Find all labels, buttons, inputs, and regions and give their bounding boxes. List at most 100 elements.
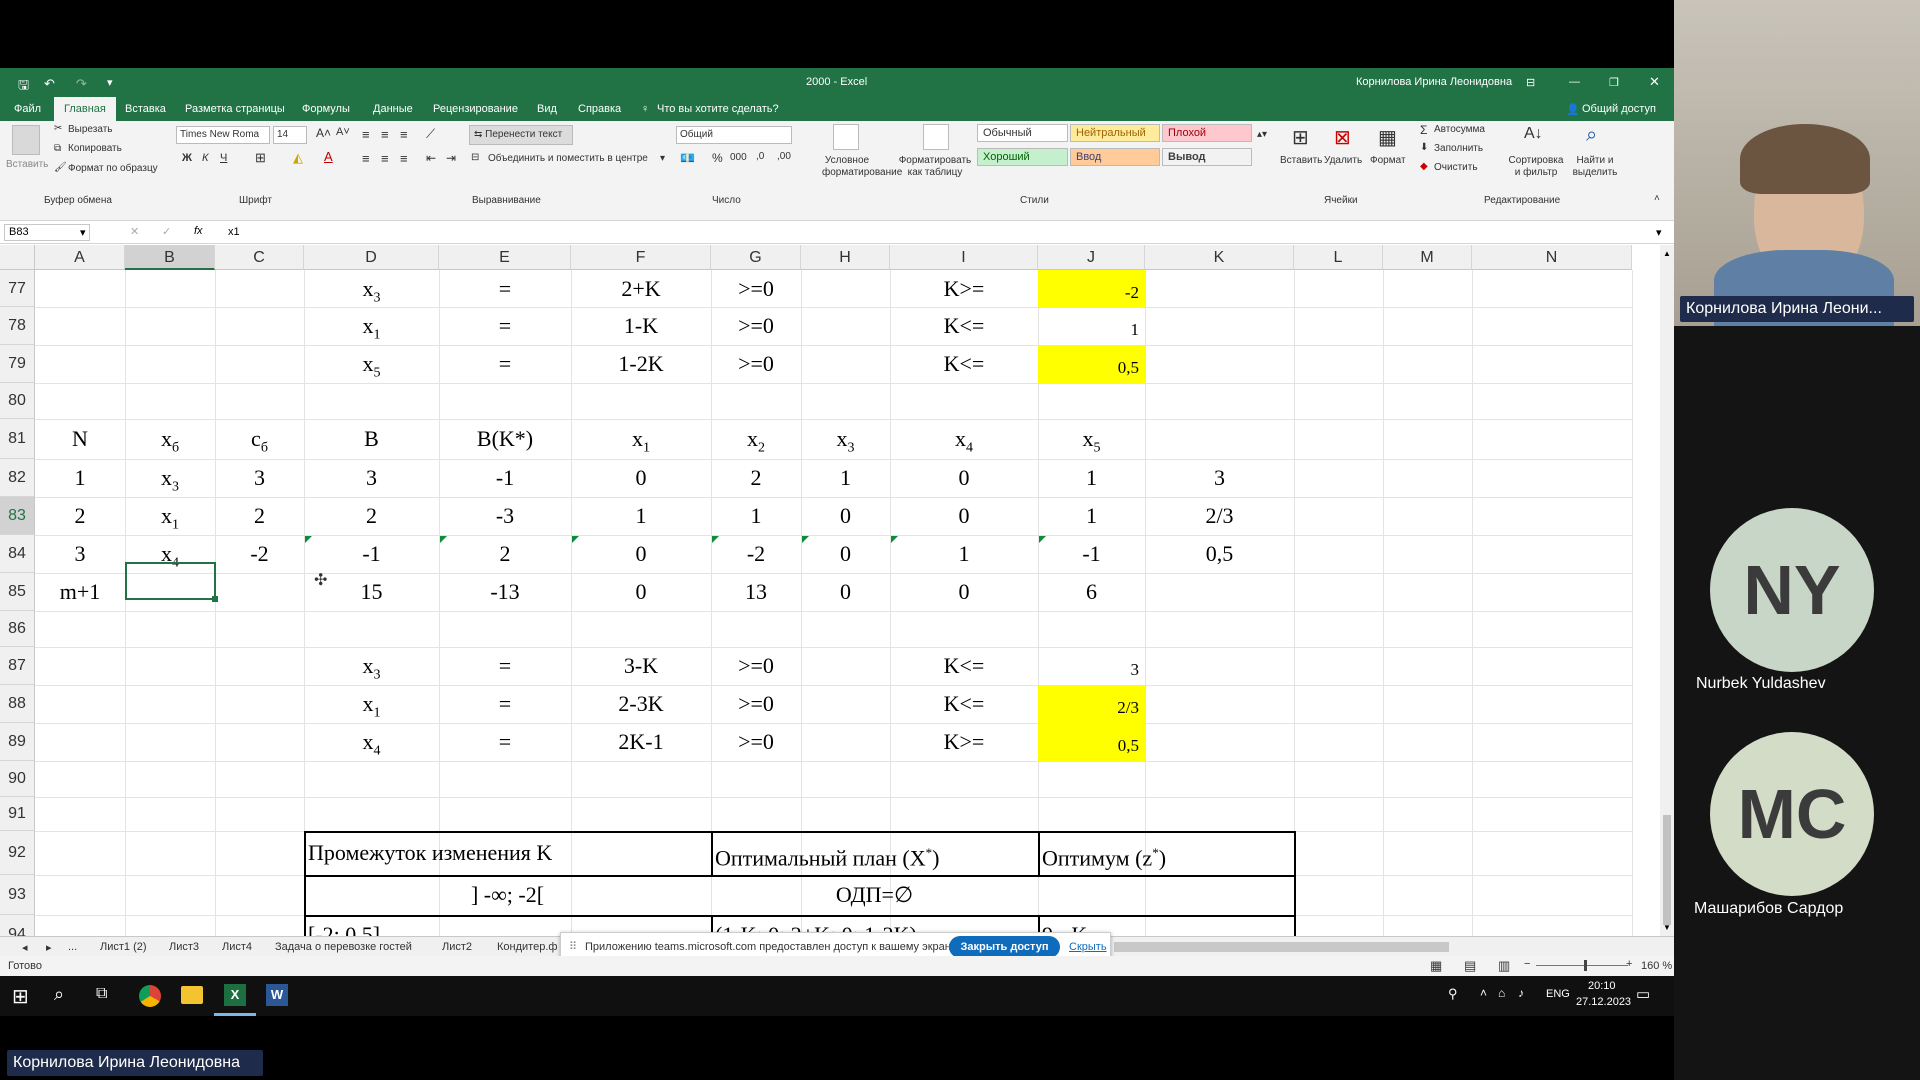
cell-g92[interactable]: Оптимальный план (X*) (715, 831, 1038, 875)
format-painter-button[interactable]: Формат по образцу (68, 163, 158, 174)
currency-icon[interactable]: 💶 (680, 151, 695, 165)
cell-j81[interactable]: x5 (1038, 419, 1145, 459)
font-name-select[interactable]: Times New Roma (176, 126, 270, 144)
cell-h81[interactable]: x3 (801, 419, 890, 459)
style-output[interactable]: Вывод (1162, 148, 1252, 166)
paste-button[interactable]: Вставить (6, 159, 48, 170)
borders-icon[interactable]: ⊞ (255, 150, 266, 166)
percent-icon[interactable]: % (712, 151, 723, 165)
zoom-level[interactable]: 160 % (1641, 960, 1672, 972)
cell-i82[interactable]: 0 (890, 459, 1038, 497)
tab-data[interactable]: Данные (373, 103, 413, 115)
cell-k83[interactable]: 2/3 (1145, 497, 1294, 535)
scroll-down-icon[interactable]: ▼ (1663, 923, 1671, 932)
language-indicator[interactable]: ENG (1546, 988, 1570, 1000)
cell-g83[interactable]: 1 (711, 497, 801, 535)
cell-c83[interactable]: 2 (215, 497, 304, 535)
align-bottom-icon[interactable]: ≡ (400, 127, 408, 142)
underline-button[interactable]: Ч (220, 152, 227, 164)
cell-b82[interactable]: x3 (125, 459, 215, 497)
cell-e89[interactable]: = (439, 723, 571, 761)
column-header-k[interactable]: K (1145, 245, 1294, 270)
cell-f89[interactable]: 2K-1 (571, 723, 711, 761)
cell-f82[interactable]: 0 (571, 459, 711, 497)
fill-color-icon[interactable]: ◭ (293, 150, 303, 166)
delete-cells-button[interactable]: Удалить (1324, 155, 1362, 166)
cell-j83[interactable]: 1 (1038, 497, 1145, 535)
cell-c82[interactable]: 3 (215, 459, 304, 497)
fill-handle[interactable] (212, 596, 218, 602)
cell-f81[interactable]: x1 (571, 419, 711, 459)
sheet-tab-confectioner[interactable]: Кондитер.ф (497, 941, 557, 953)
vertical-scroll-thumb[interactable] (1663, 815, 1671, 925)
people-icon[interactable]: ⚲ (1448, 986, 1458, 1002)
cell-h85[interactable]: 0 (801, 573, 890, 611)
cell-i77[interactable]: K>= (890, 270, 1038, 307)
cell-e83[interactable]: -3 (439, 497, 571, 535)
error-indicator-e84[interactable] (440, 536, 447, 543)
zoom-in-icon[interactable]: + (1626, 958, 1632, 970)
tell-me-search[interactable]: Что вы хотите сделать? (657, 103, 779, 115)
cell-i79[interactable]: K<= (890, 345, 1038, 383)
row-header-93[interactable]: 93 (0, 875, 35, 915)
column-header-h[interactable]: H (801, 245, 890, 270)
insert-cells-button[interactable]: Вставить (1280, 155, 1322, 166)
sheet-tab-list1-2[interactable]: Лист1 (2) (100, 941, 147, 953)
notification-icon[interactable]: ▭ (1636, 985, 1650, 1003)
indent-increase-icon[interactable]: ⇥ (446, 151, 456, 165)
tab-formulas[interactable]: Формулы (302, 103, 350, 115)
font-size-select[interactable]: 14 (273, 126, 307, 144)
cell-a82[interactable]: 1 (35, 459, 125, 497)
expand-formula-icon[interactable]: ▾ (1656, 226, 1662, 239)
row-header-91[interactable]: 91 (0, 797, 35, 831)
clock-date[interactable]: 27.12.2023 (1576, 996, 1631, 1008)
row-header-82[interactable]: 82 (0, 459, 35, 497)
restore-icon[interactable]: ❐ (1609, 76, 1619, 89)
sheet-tab-list2[interactable]: Лист2 (442, 941, 472, 953)
zoom-slider-thumb[interactable] (1584, 960, 1587, 971)
close-icon[interactable]: ✕ (1649, 74, 1660, 90)
column-header-j[interactable]: J (1038, 245, 1145, 270)
cell-c81[interactable]: cб (215, 419, 304, 459)
column-header-a[interactable]: A (35, 245, 125, 270)
cell-f79[interactable]: 1-2K (571, 345, 711, 383)
tab-scroll-right-icon[interactable]: ▸ (46, 941, 52, 954)
cell-a83[interactable]: 2 (35, 497, 125, 535)
cell-d92[interactable]: Промежуток изменения K (308, 831, 711, 875)
style-bad[interactable]: Плохой (1162, 124, 1252, 142)
clear-button[interactable]: Очистить (1434, 162, 1478, 173)
column-header-d[interactable]: D (304, 245, 439, 270)
shrink-font-icon[interactable]: A˅ (336, 126, 350, 138)
cell-b81[interactable]: xб (125, 419, 215, 459)
row-header-84[interactable]: 84 (0, 535, 35, 573)
cell-g85[interactable]: 13 (711, 573, 801, 611)
redo-icon[interactable]: ↷ (76, 76, 87, 92)
cell-g84[interactable]: -2 (711, 535, 801, 573)
cell-b83[interactable]: x1 (125, 497, 215, 535)
column-header-f[interactable]: F (571, 245, 711, 270)
sheet-tab-list3[interactable]: Лист3 (169, 941, 199, 953)
hide-share-bar-link[interactable]: Скрыть (1069, 941, 1107, 953)
row-header-94[interactable]: 94 (0, 915, 35, 936)
word-taskbar-icon[interactable]: W (266, 984, 288, 1006)
cell-g81[interactable]: x2 (711, 419, 801, 459)
scissors-icon[interactable]: ✂ (54, 123, 62, 134)
number-format-select[interactable]: Общий (676, 126, 792, 144)
error-indicator-h84[interactable] (802, 536, 809, 543)
ribbon-display-icon[interactable]: ⊟ (1526, 76, 1535, 89)
error-indicator-i84[interactable] (891, 536, 898, 543)
cell-j88[interactable]: 2/3 (1038, 685, 1139, 723)
cell-e78[interactable]: = (439, 307, 571, 345)
cancel-entry-icon[interactable]: ✕ (130, 225, 139, 238)
row-header-87[interactable]: 87 (0, 647, 35, 685)
cell-c84[interactable]: -2 (215, 535, 304, 573)
task-view-icon[interactable]: ⧉ (96, 985, 107, 1003)
cell-a85[interactable]: m+1 (35, 573, 125, 611)
column-header-c[interactable]: C (215, 245, 304, 270)
cut-button[interactable]: Вырезать (68, 124, 112, 135)
align-middle-icon[interactable]: ≡ (381, 127, 389, 142)
scroll-up-icon[interactable]: ▲ (1663, 249, 1671, 258)
autosum-button[interactable]: Автосумма (1434, 124, 1485, 135)
cell-g87[interactable]: >=0 (711, 647, 801, 685)
insert-function-button[interactable]: fx (194, 225, 203, 237)
